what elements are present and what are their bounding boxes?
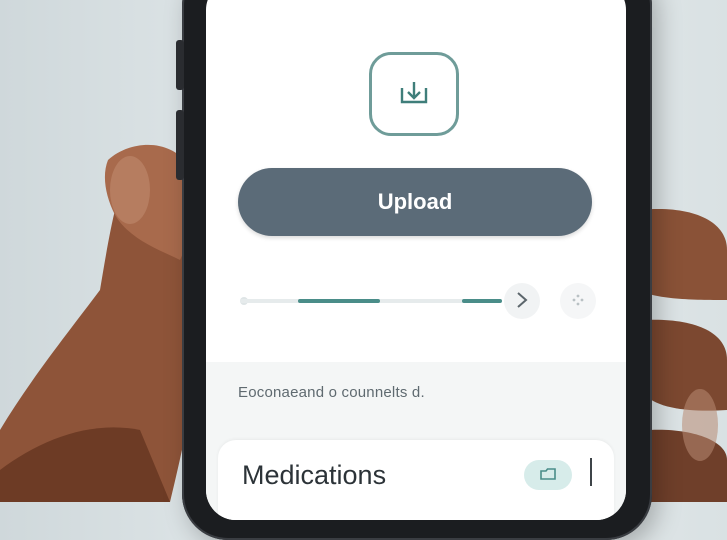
upload-button[interactable]: Upload [238,168,592,236]
folder-toggle-icon [540,467,556,483]
phone-side-button [176,110,184,180]
progress-track [240,299,502,303]
upload-tray-icon [399,79,429,110]
dots-icon [572,294,584,309]
upload-button-label: Upload [377,189,453,214]
more-button[interactable] [560,283,596,319]
chevron-right-icon [515,291,529,312]
progress-segment [298,299,380,303]
medications-title: Medications [242,460,387,490]
phone-side-button [176,40,184,90]
progress-segment [462,299,502,303]
medications-card[interactable]: Medications [218,440,614,520]
card-divider [590,458,592,486]
phone-screen: Upload Eoconaeand o counnelts d. Medicat… [206,0,626,520]
medications-toggle[interactable] [524,460,572,490]
photo-scene: Upload Eoconaeand o counnelts d. Medicat… [0,0,727,540]
upload-icon-box[interactable] [369,52,459,136]
caption-text: Eoconaeand o counnelts d. [238,384,425,401]
next-button[interactable] [504,283,540,319]
